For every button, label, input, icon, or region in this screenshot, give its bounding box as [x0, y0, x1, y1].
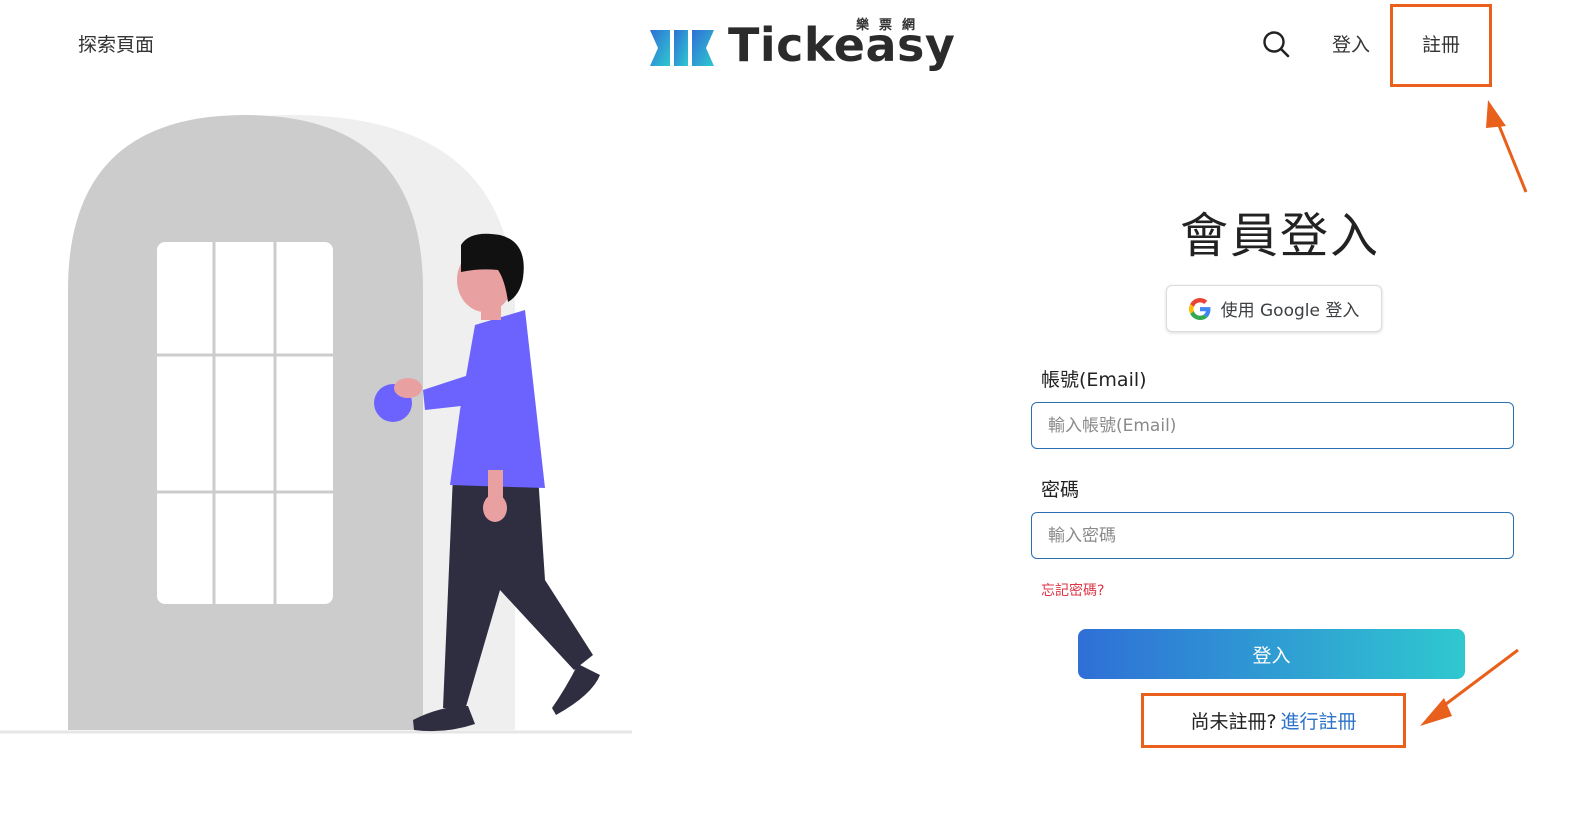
door-illustration	[0, 115, 632, 734]
password-field[interactable]	[1031, 512, 1514, 559]
signup-link[interactable]: 進行註冊	[1281, 707, 1357, 734]
nav-login-link[interactable]: 登入	[1332, 30, 1370, 57]
email-field[interactable]	[1031, 402, 1514, 449]
brand-logo-icon	[650, 30, 714, 66]
login-submit-button[interactable]: 登入	[1078, 629, 1465, 679]
door-window	[157, 242, 333, 604]
search-icon[interactable]	[1262, 30, 1290, 58]
brand-subtitle: 樂票網	[856, 18, 926, 33]
password-label: 密碼	[1041, 479, 1080, 501]
no-account-text: 尚未註冊?	[1190, 711, 1277, 733]
person-legs	[443, 475, 593, 710]
register-highlight-box	[1390, 4, 1492, 87]
page-title: 會員登入	[1179, 208, 1380, 264]
google-icon	[1188, 297, 1211, 320]
nav-explore-link[interactable]: 探索頁面	[78, 30, 154, 57]
google-login-label: 使用 Google 登入	[1220, 301, 1360, 321]
brand-logo[interactable]: Tickeasy 樂票網	[648, 16, 955, 76]
login-page: 探索頁面 Tickeasy 樂票網 登入 註冊 會員登入 使用 Google 登…	[0, 0, 1589, 816]
signup-prompt-box: 尚未註冊? 進行註冊	[1141, 693, 1406, 748]
forgot-password-link[interactable]: 忘記密碼?	[1041, 580, 1104, 600]
email-label: 帳號(Email)	[1041, 369, 1147, 391]
google-login-button[interactable]: 使用 Google 登入	[1166, 285, 1382, 332]
